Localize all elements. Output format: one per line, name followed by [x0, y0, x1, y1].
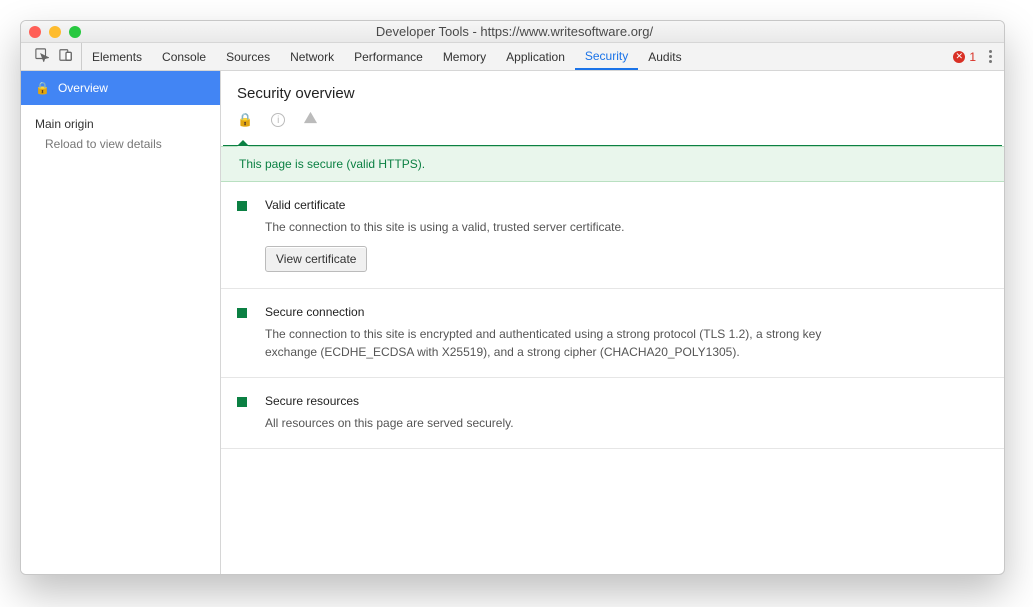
- lock-icon: 🔒: [35, 81, 50, 95]
- secure-banner: This page is secure (valid HTTPS).: [221, 146, 1004, 182]
- tab-memory[interactable]: Memory: [433, 43, 496, 70]
- security-details: Valid certificate The connection to this…: [221, 182, 1004, 449]
- sidebar-overview-label: Overview: [58, 81, 108, 95]
- warning-icon: [303, 110, 318, 130]
- detail-desc: All resources on this page are served se…: [265, 414, 514, 432]
- security-heading: Security overview: [221, 71, 1004, 110]
- status-square-icon: [237, 201, 247, 211]
- error-counter[interactable]: ✕ 1: [953, 50, 976, 64]
- inspect-tools: [27, 43, 82, 70]
- sidebar-item-overview[interactable]: 🔒 Overview: [21, 71, 220, 105]
- tab-elements[interactable]: Elements: [82, 43, 152, 70]
- sidebar-reload-hint: Reload to view details: [21, 133, 220, 155]
- detail-desc: The connection to this site is using a v…: [265, 218, 625, 236]
- view-certificate-button[interactable]: View certificate: [265, 246, 367, 272]
- secure-lock-icon: 🔒: [237, 112, 253, 128]
- close-window-button[interactable]: [29, 26, 41, 38]
- status-square-icon: [237, 397, 247, 407]
- detail-valid-certificate: Valid certificate The connection to this…: [221, 182, 1004, 289]
- detail-title: Secure resources: [265, 394, 514, 408]
- state-indicator-underline: [223, 136, 1002, 146]
- element-picker-icon[interactable]: [35, 48, 49, 65]
- devtools-toolbar: Elements Console Sources Network Perform…: [21, 43, 1004, 71]
- info-icon: i: [271, 113, 285, 127]
- window-titlebar: Developer Tools - https://www.writesoftw…: [21, 21, 1004, 43]
- detail-title: Valid certificate: [265, 198, 625, 212]
- security-sidebar: 🔒 Overview Main origin Reload to view de…: [21, 71, 221, 574]
- security-main-panel: Security overview 🔒 i This page is secur…: [221, 71, 1004, 574]
- detail-secure-resources: Secure resources All resources on this p…: [221, 378, 1004, 449]
- tab-audits[interactable]: Audits: [638, 43, 691, 70]
- devtools-window: Developer Tools - https://www.writesoftw…: [20, 20, 1005, 575]
- tab-performance[interactable]: Performance: [344, 43, 433, 70]
- security-state-icons: 🔒 i: [221, 110, 1004, 136]
- tab-console[interactable]: Console: [152, 43, 216, 70]
- sidebar-section-main-origin: Main origin: [21, 105, 220, 133]
- detail-desc: The connection to this site is encrypted…: [265, 325, 825, 361]
- window-controls: [29, 26, 81, 38]
- more-options-button[interactable]: [982, 50, 998, 63]
- tab-security[interactable]: Security: [575, 43, 638, 70]
- tab-sources[interactable]: Sources: [216, 43, 280, 70]
- device-toolbar-icon[interactable]: [59, 48, 73, 65]
- detail-secure-connection: Secure connection The connection to this…: [221, 289, 1004, 378]
- window-title: Developer Tools - https://www.writesoftw…: [81, 24, 948, 39]
- minimize-window-button[interactable]: [49, 26, 61, 38]
- error-count: 1: [969, 50, 976, 64]
- tab-application[interactable]: Application: [496, 43, 575, 70]
- tab-network[interactable]: Network: [280, 43, 344, 70]
- status-square-icon: [237, 308, 247, 318]
- error-icon: ✕: [953, 51, 965, 63]
- detail-title: Secure connection: [265, 305, 825, 319]
- panel-tabs: Elements Console Sources Network Perform…: [82, 43, 692, 70]
- zoom-window-button[interactable]: [69, 26, 81, 38]
